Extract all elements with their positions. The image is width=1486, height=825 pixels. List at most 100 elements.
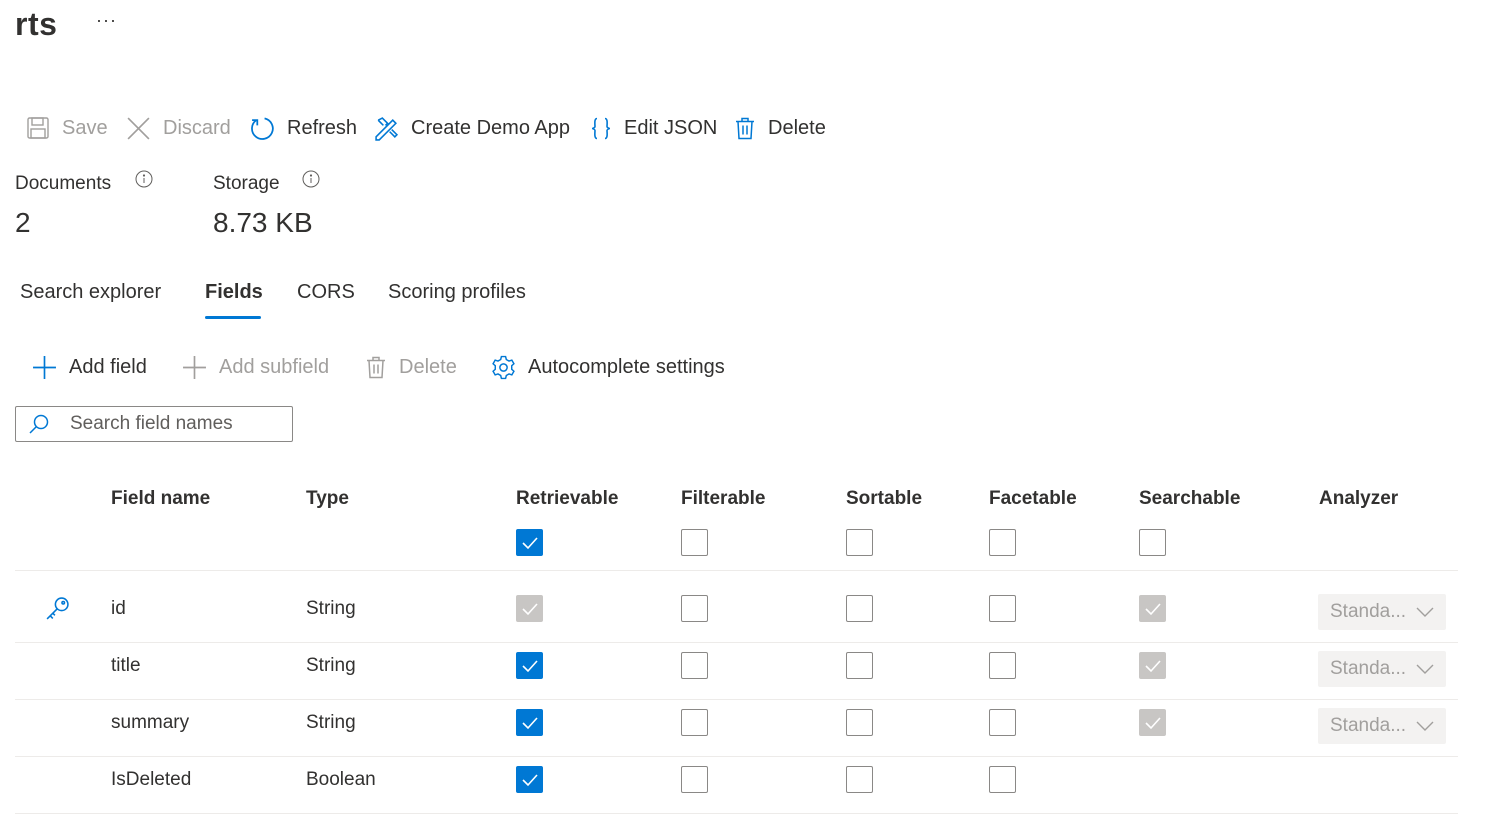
create-demo-app-button[interactable]: Create Demo App [374,113,570,143]
select-all-facetable-checkbox[interactable] [989,529,1016,556]
retrievable-checkbox[interactable] [516,652,543,679]
search-icon [29,414,49,434]
info-icon[interactable] [135,170,153,188]
autocomplete-settings-button[interactable]: Autocomplete settings [491,352,725,382]
checkmark-icon [521,659,538,672]
delete-field-label: Delete [399,355,457,378]
analyzer-dropdown[interactable]: Standa... [1318,594,1446,630]
plus-icon [183,355,206,379]
field-name-cell: id [111,598,126,619]
column-header-searchable[interactable]: Searchable [1139,488,1240,510]
page-title: rts [15,6,58,42]
chevron-down-icon [1416,607,1434,617]
field-type-cell: Boolean [306,769,376,790]
design-tools-icon [375,116,399,141]
field-name-cell: title [111,655,141,676]
storage-size: 8.73 KB [213,207,313,238]
braces-icon [591,117,611,139]
checkmark-icon [521,773,538,786]
sortable-checkbox[interactable] [846,595,873,622]
save-button[interactable]: Save [26,113,108,143]
chevron-down-icon [1416,721,1434,731]
edit-json-label: Edit JSON [624,116,718,139]
checkmark-icon [1144,659,1161,672]
row-divider [15,699,1458,700]
facetable-checkbox[interactable] [989,709,1016,736]
analyzer-dropdown[interactable]: Standa... [1318,708,1446,744]
save-icon [27,117,49,139]
retrievable-checkbox[interactable] [516,766,543,793]
documents-count: 2 [15,207,31,238]
refresh-label: Refresh [287,116,358,139]
filterable-checkbox[interactable] [681,652,708,679]
filterable-checkbox[interactable] [681,595,708,622]
column-header-facetable[interactable]: Facetable [989,488,1077,510]
checkmark-icon [1144,602,1161,615]
sortable-checkbox[interactable] [846,766,873,793]
field-name-cell: IsDeleted [111,769,192,790]
checkmark-icon [521,536,538,549]
discard-button[interactable]: Discard [126,113,231,143]
autocomplete-settings-label: Autocomplete settings [528,355,725,378]
filterable-checkbox[interactable] [681,709,708,736]
facetable-checkbox[interactable] [989,595,1016,622]
searchable-checkbox[interactable] [1139,709,1166,736]
trash-icon [367,356,385,378]
sortable-checkbox[interactable] [846,652,873,679]
column-header-field-name[interactable]: Field name [111,488,210,510]
edit-json-button[interactable]: Edit JSON [590,113,717,143]
tab-scoring-profiles[interactable]: Scoring profiles [388,281,526,317]
documents-label: Documents [15,173,112,194]
facetable-checkbox[interactable] [989,766,1016,793]
trash-icon [736,117,754,139]
add-field-label: Add field [69,355,147,378]
row-divider [15,756,1458,757]
row-divider [15,642,1458,643]
column-header-sortable[interactable]: Sortable [846,488,922,510]
refresh-icon [251,117,274,140]
searchable-checkbox[interactable] [1139,595,1166,622]
more-options-button[interactable]: ··· [96,10,117,31]
select-all-sortable-checkbox[interactable] [846,529,873,556]
checkmark-icon [1144,716,1161,729]
column-header-type[interactable]: Type [306,488,349,510]
add-field-button[interactable]: Add field [32,352,147,382]
filterable-checkbox[interactable] [681,766,708,793]
select-all-retrievable-checkbox[interactable] [516,529,543,556]
chevron-down-icon [1416,664,1434,674]
facetable-checkbox[interactable] [989,652,1016,679]
refresh-button[interactable]: Refresh [250,113,357,143]
delete-index-button[interactable]: Delete [734,113,826,143]
analyzer-value: Standa... [1330,658,1407,679]
retrievable-checkbox[interactable] [516,709,543,736]
close-icon [127,116,150,140]
field-type-cell: String [306,712,356,733]
add-subfield-button[interactable]: Add subfield [182,352,329,382]
column-header-filterable[interactable]: Filterable [681,488,765,510]
retrievable-checkbox[interactable] [516,595,543,622]
analyzer-value: Standa... [1330,601,1407,622]
search-input[interactable] [70,413,280,435]
tab-fields[interactable]: Fields [205,281,263,317]
info-icon[interactable] [302,170,320,188]
searchable-checkbox[interactable] [1139,652,1166,679]
analyzer-dropdown[interactable]: Standa... [1318,651,1446,687]
plus-icon [33,355,56,379]
select-all-searchable-checkbox[interactable] [1139,529,1166,556]
column-header-retrievable[interactable]: Retrievable [516,488,618,510]
field-name-cell: summary [111,712,190,733]
field-type-cell: String [306,598,356,619]
field-type-cell: String [306,655,356,676]
sortable-checkbox[interactable] [846,709,873,736]
delete-field-button[interactable]: Delete [365,352,457,382]
row-divider [15,813,1458,814]
storage-label: Storage [213,173,280,194]
select-all-filterable-checkbox[interactable] [681,529,708,556]
delete-index-label: Delete [768,116,826,139]
save-label: Save [62,116,108,139]
column-header-analyzer[interactable]: Analyzer [1319,488,1398,510]
tab-cors[interactable]: CORS [297,281,355,317]
discard-label: Discard [163,116,231,139]
tab-search-explorer[interactable]: Search explorer [20,281,161,317]
analyzer-value: Standa... [1330,715,1407,736]
